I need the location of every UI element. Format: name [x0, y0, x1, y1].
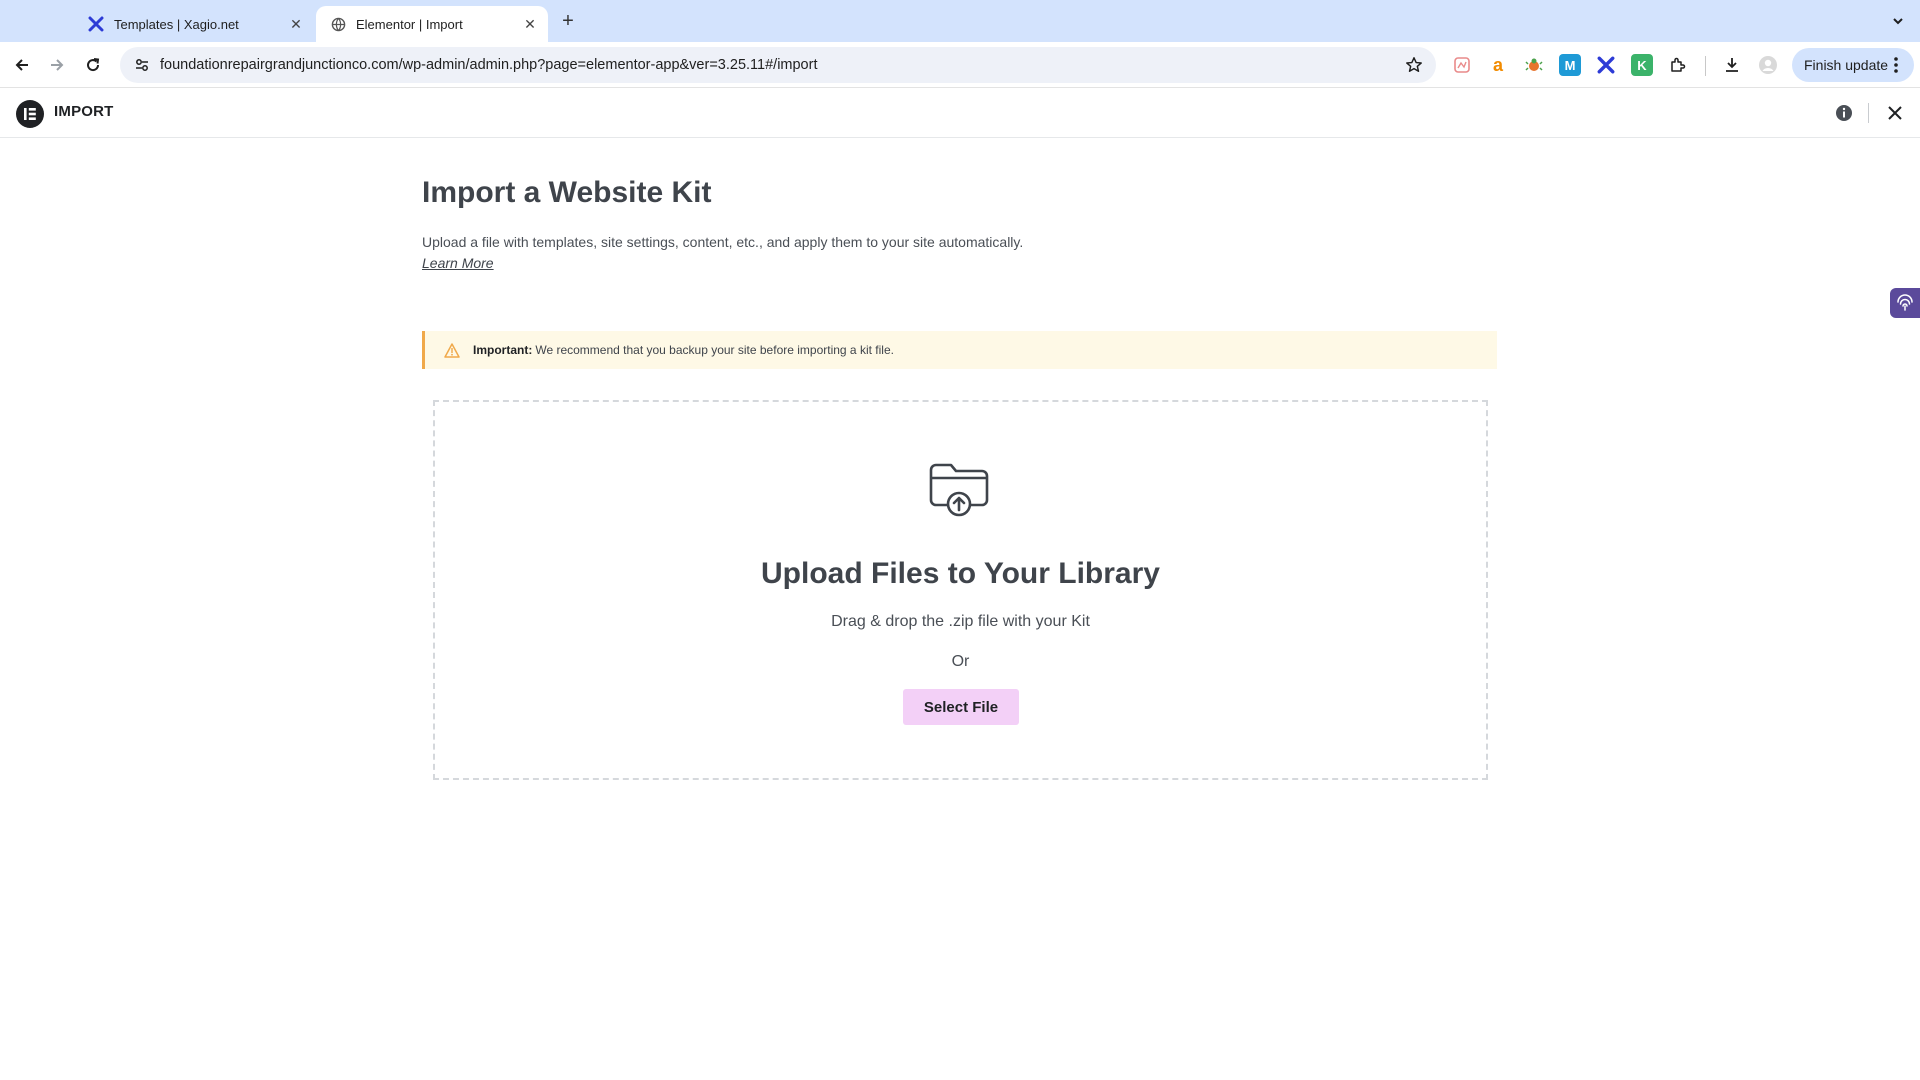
folder-upload-icon	[927, 454, 991, 518]
new-tab-button[interactable]: +	[556, 9, 580, 33]
select-file-button[interactable]: Select File	[903, 689, 1019, 725]
tab-templates-xagio[interactable]: Templates | Xagio.net ✕	[74, 6, 314, 42]
tab-title: Templates | Xagio.net	[114, 16, 239, 32]
reload-icon[interactable]	[81, 53, 105, 77]
browser-toolbar: foundationrepairgrandjunctionco.com/wp-a…	[0, 42, 1920, 88]
globe-icon	[330, 16, 346, 32]
dropzone-subtitle: Drag & drop the .zip file with your Kit	[831, 613, 1090, 630]
dropzone-or: Or	[951, 653, 970, 670]
info-icon[interactable]	[1833, 102, 1855, 124]
notice-label: Important:	[473, 343, 533, 357]
tab-title: Elementor | Import	[356, 16, 463, 32]
extension-k-icon[interactable]: K	[1631, 54, 1653, 76]
finish-update-label: Finish update	[1804, 57, 1889, 73]
extensions-puzzle-icon[interactable]	[1667, 54, 1689, 76]
more-vert-icon[interactable]	[1886, 55, 1906, 75]
k-letter: K	[1637, 57, 1647, 73]
bookmark-star-icon[interactable]	[1396, 47, 1432, 83]
extension-m-icon[interactable]: M	[1559, 54, 1581, 76]
tab-search-chevron-icon[interactable]	[1886, 9, 1910, 33]
profile-avatar-icon[interactable]	[1757, 54, 1779, 76]
extension-bug-icon[interactable]	[1523, 54, 1545, 76]
close-icon[interactable]	[1883, 101, 1907, 125]
toolbar-divider	[1705, 56, 1706, 76]
m-letter: M	[1564, 57, 1576, 73]
file-dropzone[interactable]: Upload Files to Your Library Drag & drop…	[433, 400, 1488, 780]
dropzone-title: Upload Files to Your Library	[761, 557, 1160, 590]
tab-close-icon[interactable]: ✕	[522, 16, 538, 32]
extension-xagio-icon[interactable]	[1595, 54, 1617, 76]
extension-amazon-icon[interactable]: a	[1487, 54, 1509, 76]
back-arrow-icon[interactable]	[10, 53, 34, 77]
page-title: Import a Website Kit	[422, 176, 712, 209]
browser-tabstrip: Templates | Xagio.net ✕ Elementor | Impo…	[0, 0, 1920, 42]
site-settings-icon[interactable]	[126, 47, 158, 83]
download-icon[interactable]	[1721, 54, 1743, 76]
tab-close-icon[interactable]: ✕	[288, 16, 304, 32]
forward-arrow-icon[interactable]	[45, 53, 69, 77]
app-header: IMPORT	[0, 88, 1920, 138]
extension-pdf-icon[interactable]	[1451, 54, 1473, 76]
notice-text: We recommend that you backup your site b…	[535, 343, 894, 357]
finish-update-button[interactable]: Finish update	[1792, 48, 1914, 82]
learn-more-link[interactable]: Learn More	[422, 255, 494, 271]
elementor-logo-icon	[16, 100, 44, 128]
important-notice: Important: We recommend that you backup …	[422, 331, 1497, 369]
amazon-letter: a	[1492, 54, 1503, 75]
url-text[interactable]: foundationrepairgrandjunctionco.com/wp-a…	[158, 57, 1396, 73]
xagio-icon	[88, 16, 104, 32]
warning-icon	[443, 341, 461, 359]
side-widget-fingerprint-icon[interactable]	[1890, 288, 1920, 318]
page-description: Upload a file with templates, site setti…	[422, 234, 1024, 250]
header-divider	[1868, 103, 1869, 123]
app-title: IMPORT	[54, 103, 114, 120]
tab-elementor-import[interactable]: Elementor | Import ✕	[316, 6, 548, 42]
address-bar[interactable]: foundationrepairgrandjunctionco.com/wp-a…	[120, 47, 1436, 83]
